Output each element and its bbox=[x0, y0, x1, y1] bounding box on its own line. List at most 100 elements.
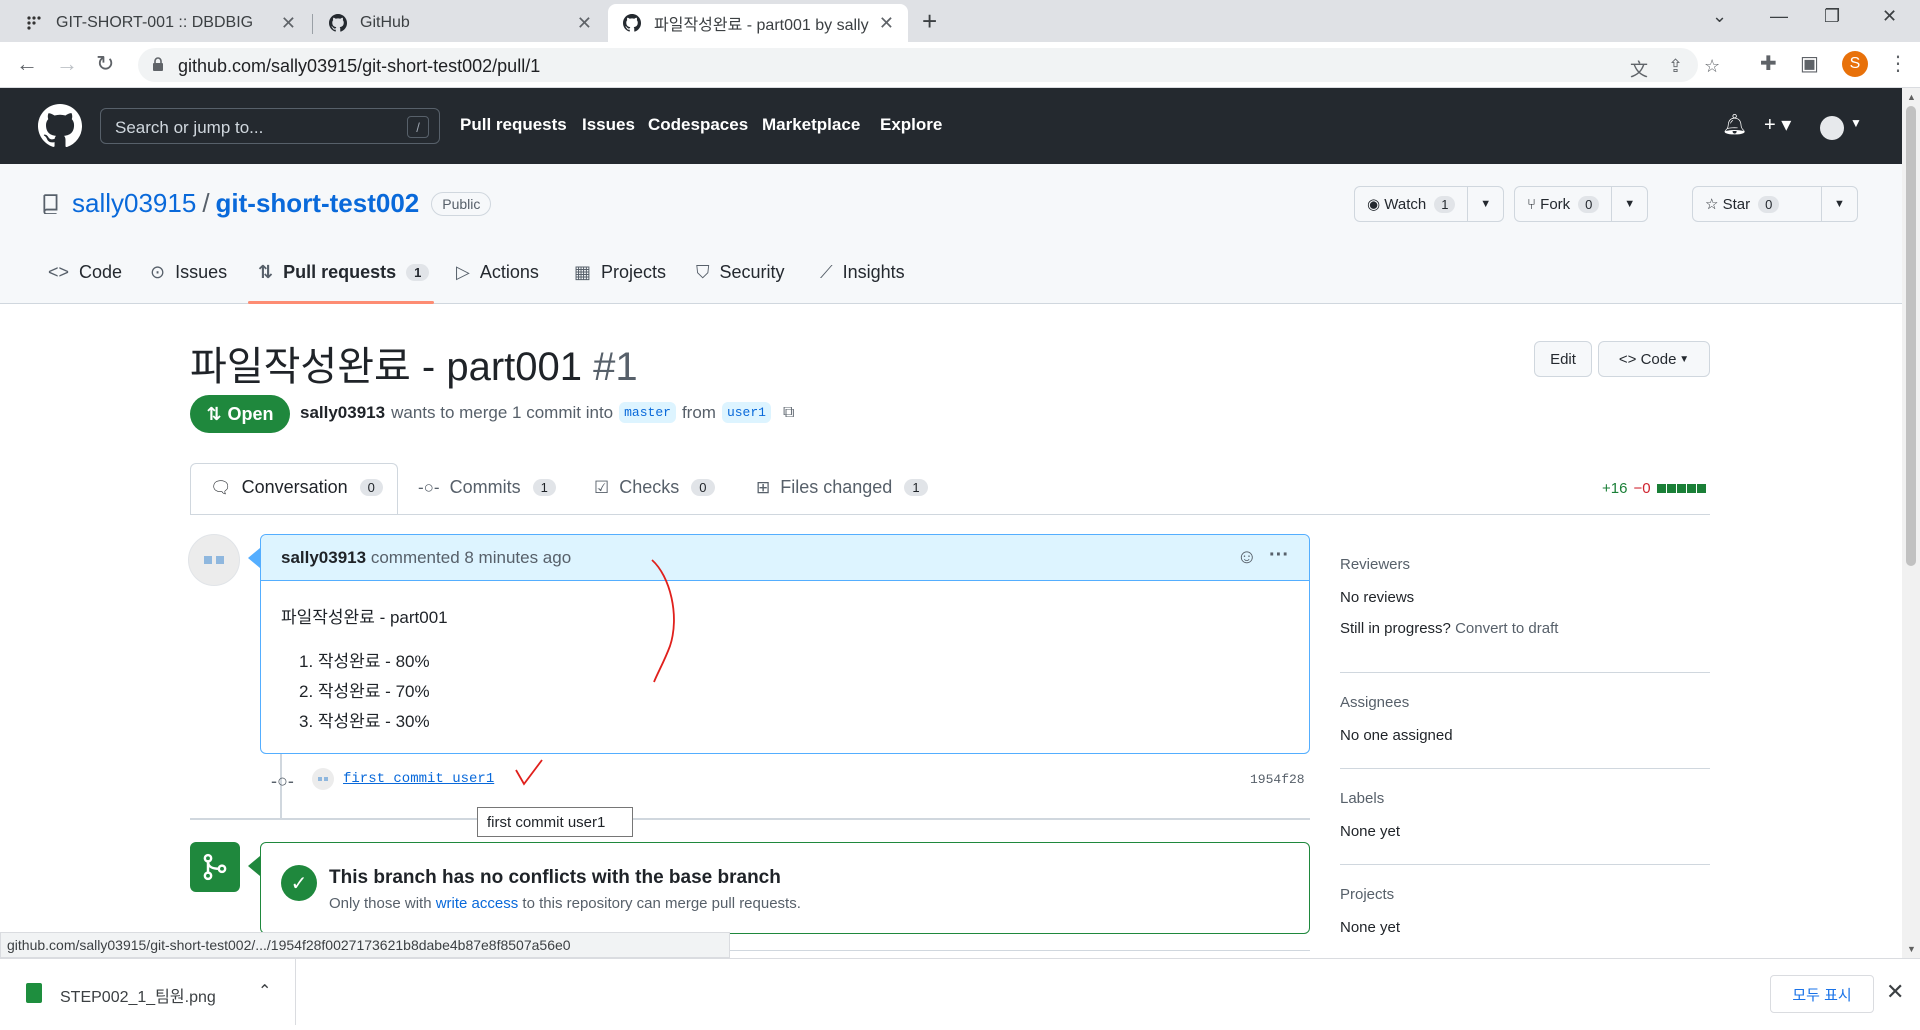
create-new-plus-icon[interactable]: + ▾ bbox=[1764, 112, 1791, 137]
page-scrollbar[interactable]: ▲ ▼ bbox=[1902, 88, 1920, 958]
list-item: 1. 작성완료 - 80% bbox=[299, 652, 430, 671]
tab-actions[interactable]: ▷ Actions bbox=[456, 262, 539, 283]
tab-code[interactable]: <> Code bbox=[48, 262, 122, 283]
dbdbig-icon bbox=[24, 13, 44, 33]
tab-conversation[interactable]: 🗨︎ Conversation 0 bbox=[210, 477, 383, 498]
merge-sub-before: Only those with bbox=[329, 895, 432, 912]
browser-tab-github[interactable]: GitHub ✕ bbox=[314, 4, 606, 42]
convert-to-draft-link[interactable]: Convert to draft bbox=[1455, 620, 1558, 637]
code-dropdown-button[interactable]: <> Code ▼ bbox=[1598, 341, 1710, 377]
chevron-up-icon[interactable]: ⌃ bbox=[258, 981, 271, 1001]
sidebar-heading[interactable]: Reviewers bbox=[1340, 556, 1710, 573]
tabs-divider bbox=[190, 514, 1710, 515]
search-input[interactable]: Search or jump to... / bbox=[100, 108, 440, 144]
comment-timestamp[interactable]: commented 8 minutes ago bbox=[371, 548, 571, 567]
sidebar-heading[interactable]: Projects bbox=[1340, 886, 1710, 903]
base-branch-label[interactable]: master bbox=[619, 402, 676, 423]
play-icon: ▷ bbox=[456, 262, 470, 282]
chevron-down-icon[interactable]: ▼ bbox=[1611, 187, 1647, 221]
commit-message-link[interactable]: first commit user1 bbox=[343, 771, 494, 787]
commit-avatar[interactable] bbox=[312, 768, 334, 790]
comment-pointer bbox=[248, 548, 260, 568]
tab-checks[interactable]: ☑ Checks 0 bbox=[594, 477, 715, 498]
show-all-button[interactable]: 모두 표시 bbox=[1770, 975, 1874, 1013]
download-item[interactable]: STEP002_1_팀원.png ⌃ bbox=[0, 959, 296, 1025]
repo-header: sally03915 / git-short-test002 Public ◉ … bbox=[0, 164, 1902, 304]
commit-sha-link[interactable]: 1954f28 bbox=[1250, 772, 1305, 787]
extensions-puzzle-icon[interactable]: ✚ bbox=[1760, 51, 1777, 76]
browser-tab-dbdbig[interactable]: GIT-SHORT-001 :: DBDBIG ✕ bbox=[10, 4, 310, 42]
watch-label: Watch bbox=[1384, 195, 1427, 213]
nav-issues[interactable]: Issues bbox=[582, 115, 635, 135]
copy-icon[interactable]: ⧉ bbox=[783, 404, 794, 422]
lock-icon[interactable] bbox=[152, 57, 164, 71]
tab-commits[interactable]: -○- Commits 1 bbox=[418, 477, 556, 498]
new-tab-plus-icon[interactable]: + bbox=[922, 6, 937, 37]
head-branch-label[interactable]: user1 bbox=[721, 402, 771, 423]
smiley-icon[interactable]: ☺ bbox=[1237, 546, 1257, 569]
draft-hint: Still in progress? Convert to draft bbox=[1340, 620, 1710, 637]
forward-arrow-icon[interactable]: → bbox=[56, 51, 78, 77]
window-close-icon[interactable]: ✕ bbox=[1882, 6, 1897, 27]
tab-security[interactable]: ⛉ Security bbox=[696, 262, 785, 283]
write-access-link[interactable]: write access bbox=[436, 895, 519, 912]
profile-avatar[interactable]: S bbox=[1842, 51, 1868, 77]
close-icon[interactable]: ✕ bbox=[879, 13, 894, 34]
tab-files-changed[interactable]: ⊞ Files changed 1 bbox=[756, 477, 928, 498]
sidebar-heading[interactable]: Labels bbox=[1340, 790, 1710, 807]
edit-button[interactable]: Edit bbox=[1534, 341, 1592, 377]
tab-label: Code bbox=[79, 262, 123, 282]
close-icon[interactable]: ✕ bbox=[281, 13, 296, 34]
chevron-down-icon[interactable]: ▼ bbox=[1467, 187, 1503, 221]
scrollbar-thumb[interactable] bbox=[1906, 106, 1916, 566]
fork-button[interactable]: ⑂ Fork 0 ▼ bbox=[1514, 186, 1648, 222]
address-bar[interactable]: github.com/sally03915/git-short-test002/… bbox=[138, 48, 1720, 82]
browser-menu-icon[interactable]: ⋮ bbox=[1888, 51, 1908, 76]
watch-button[interactable]: ◉ Watch 1 ▼ bbox=[1354, 186, 1504, 222]
nav-explore[interactable]: Explore bbox=[880, 115, 942, 135]
scroll-down-arrow-icon[interactable]: ▼ bbox=[1907, 944, 1916, 954]
user-avatar[interactable] bbox=[1820, 116, 1844, 140]
close-icon[interactable]: ✕ bbox=[577, 13, 592, 34]
comment-author-link[interactable]: sally03913 bbox=[281, 548, 366, 567]
tab-count: 1 bbox=[532, 479, 556, 496]
kebab-horizontal-icon[interactable]: ··· bbox=[1269, 544, 1289, 567]
repo-name-link[interactable]: git-short-test002 bbox=[216, 188, 420, 219]
tab-title: GIT-SHORT-001 :: DBDBIG bbox=[56, 14, 254, 31]
close-icon[interactable]: ✕ bbox=[1886, 979, 1904, 1005]
tab-insights[interactable]: ⟋ Insights bbox=[820, 262, 905, 283]
tab-search-chevron-icon[interactable]: ⌄ bbox=[1712, 6, 1727, 27]
nav-marketplace[interactable]: Marketplace bbox=[762, 115, 860, 135]
translate-icon[interactable]: 文 bbox=[1630, 56, 1648, 82]
chevron-down-icon[interactable]: ▼ bbox=[1821, 187, 1857, 221]
sidebar-heading[interactable]: Assignees bbox=[1340, 694, 1710, 711]
tab-label: Issues bbox=[175, 262, 228, 282]
author-link[interactable]: sally03913 bbox=[300, 403, 385, 423]
reload-icon[interactable]: ↻ bbox=[96, 51, 114, 77]
tab-issues[interactable]: ⊙ Issues bbox=[150, 262, 227, 283]
share-icon[interactable]: ⇪ bbox=[1668, 56, 1683, 77]
browser-tab-strip: GIT-SHORT-001 :: DBDBIG ✕ GitHub ✕ 파일작성완… bbox=[0, 0, 1920, 42]
tab-projects[interactable]: ▦ Projects bbox=[574, 262, 666, 283]
side-panel-icon[interactable]: ▣ bbox=[1800, 51, 1819, 76]
restore-icon[interactable]: ❐ bbox=[1824, 6, 1840, 27]
tab-pull-requests[interactable]: ⇅ Pull requests 1 bbox=[258, 262, 430, 283]
comment-body-text: 파일작성완료 - part001 bbox=[281, 608, 448, 627]
back-arrow-icon[interactable]: ← bbox=[16, 51, 38, 77]
browser-tab-pull-request[interactable]: 파일작성완료 - part001 by sally ✕ bbox=[608, 4, 908, 42]
scroll-up-arrow-icon[interactable]: ▲ bbox=[1907, 92, 1916, 102]
star-button[interactable]: ☆ Star 0 ▼ bbox=[1692, 186, 1858, 222]
merge-text: wants to merge 1 commit into bbox=[391, 402, 614, 422]
bookmark-star-icon[interactable]: ☆ bbox=[1704, 56, 1720, 77]
status-badge: ⇅ Open bbox=[190, 395, 290, 433]
repo-owner-link[interactable]: sally03915 bbox=[72, 188, 196, 219]
minimize-icon[interactable]: — bbox=[1770, 6, 1788, 27]
avatar[interactable] bbox=[188, 534, 240, 586]
nav-pull-requests[interactable]: Pull requests bbox=[460, 115, 567, 135]
nav-codespaces[interactable]: Codespaces bbox=[648, 115, 748, 135]
github-logo-icon[interactable] bbox=[38, 104, 82, 148]
code-icon: <> bbox=[48, 262, 70, 282]
notifications-bell-icon[interactable]: 🔔︎ bbox=[1722, 112, 1747, 137]
chevron-down-icon[interactable]: ▼ bbox=[1850, 116, 1862, 130]
watch-count: 1 bbox=[1434, 195, 1456, 213]
